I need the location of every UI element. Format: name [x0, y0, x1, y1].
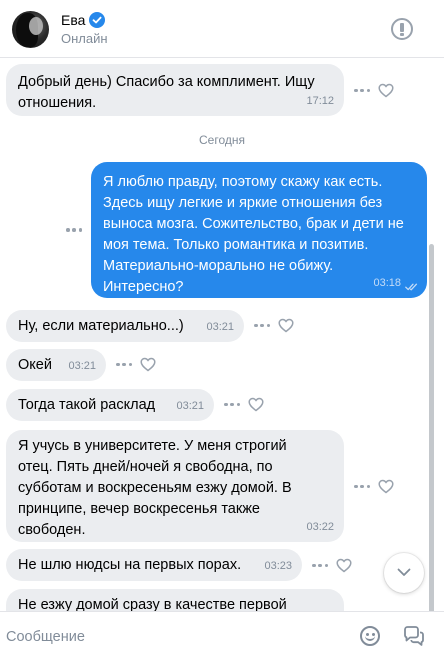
message-actions — [354, 83, 394, 98]
message-time: 03:23 — [264, 560, 292, 572]
verified-badge-icon — [89, 12, 105, 28]
message-text: Не шлю нюдсы на первых порах. — [18, 557, 242, 573]
more-options-icon[interactable] — [66, 228, 82, 232]
contact-name[interactable]: Ева — [61, 12, 85, 28]
message-bubble[interactable]: Окей 03:21 — [6, 349, 106, 381]
more-options-icon[interactable] — [354, 88, 370, 93]
message-input[interactable] — [6, 624, 336, 650]
message-time: 03:21 — [68, 360, 96, 372]
message-actions — [116, 357, 156, 372]
message-actions — [354, 479, 394, 494]
message-text: Ну, если материально...) — [18, 318, 184, 334]
more-options-icon[interactable] — [254, 323, 270, 328]
message-actions — [312, 558, 352, 573]
contact-status: Онлайн — [61, 31, 108, 46]
scrollbar[interactable] — [429, 244, 434, 611]
more-options-icon[interactable] — [312, 563, 328, 568]
message-bubble[interactable]: Добрый день) Спасибо за комплимент. Ищу … — [6, 64, 344, 116]
message-composer — [0, 611, 444, 661]
message-text: Я учусь в университете. У меня строгий о… — [18, 438, 292, 538]
like-heart-icon[interactable] — [336, 558, 352, 573]
message-actions — [66, 228, 82, 232]
message-bubble[interactable]: Не шлю нюдсы на первых порах. 03:23 — [6, 549, 302, 581]
date-divider: Сегодня — [199, 133, 245, 147]
message-time: 03:21 — [206, 321, 234, 333]
contact-avatar[interactable] — [12, 11, 49, 48]
message-text: Я люблю правду, поэтому скажу как есть. … — [103, 174, 404, 295]
read-checkmarks-icon — [405, 283, 418, 291]
chevron-down-icon — [397, 568, 411, 576]
message-time: 17:12 — [306, 95, 334, 107]
message-bubble[interactable]: Я учусь в университете. У меня строгий о… — [6, 430, 344, 542]
like-heart-icon[interactable] — [140, 357, 156, 372]
emoji-icon[interactable] — [360, 626, 380, 646]
info-icon[interactable] — [391, 18, 413, 40]
like-heart-icon[interactable] — [278, 318, 294, 333]
like-heart-icon[interactable] — [378, 83, 394, 98]
message-actions — [254, 318, 294, 333]
message-text: Тогда такой расклад — [18, 397, 156, 413]
message-time: 03:21 — [176, 400, 204, 412]
message-time: 03:18 — [373, 277, 401, 289]
message-bubble-outgoing[interactable]: Я люблю правду, поэтому скажу как есть. … — [91, 162, 427, 298]
chat-bubbles-icon[interactable] — [403, 625, 425, 647]
more-options-icon[interactable] — [224, 402, 240, 407]
message-text: Добрый день) Спасибо за комплимент. Ищу … — [18, 74, 315, 111]
message-text: Не езжу домой сразу в качестве первой — [18, 597, 287, 611]
message-list[interactable]: Добрый день) Спасибо за комплимент. Ищу … — [0, 58, 444, 611]
message-bubble[interactable]: Ну, если материально...) 03:21 — [6, 310, 244, 342]
chat-header: Ева Онлайн — [0, 0, 444, 58]
message-time: 03:22 — [306, 521, 334, 533]
more-options-icon[interactable] — [116, 362, 132, 367]
message-bubble[interactable]: Тогда такой расклад 03:21 — [6, 389, 214, 421]
like-heart-icon[interactable] — [378, 479, 394, 494]
scroll-down-button[interactable] — [384, 553, 424, 593]
message-actions — [224, 397, 264, 412]
more-options-icon[interactable] — [354, 484, 370, 489]
like-heart-icon[interactable] — [248, 397, 264, 412]
message-bubble[interactable]: Не езжу домой сразу в качестве первой — [6, 589, 344, 611]
